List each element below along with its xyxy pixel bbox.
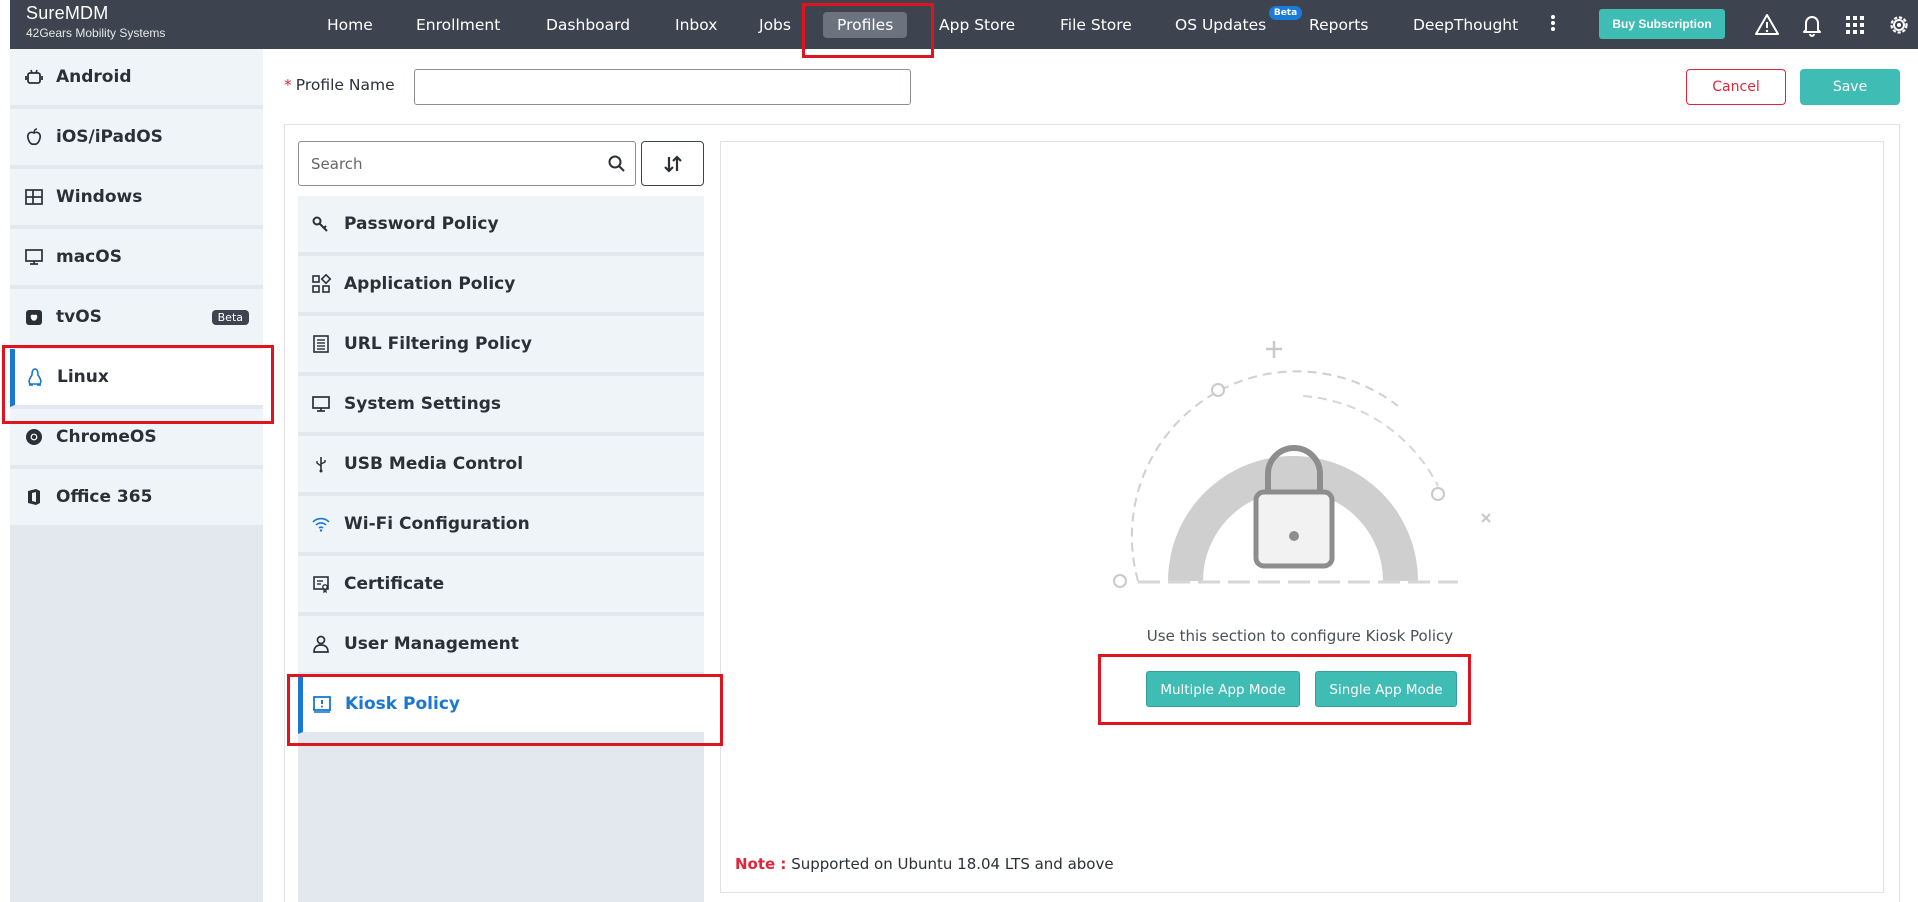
kiosk-icon (311, 693, 333, 715)
policy-item-user-management[interactable]: User Management (298, 616, 704, 674)
nav-inbox[interactable]: Inbox (661, 12, 731, 38)
profile-name-label-text: Profile Name (295, 76, 395, 94)
search-icon[interactable] (607, 154, 627, 174)
lock-illustration-icon (1113, 341, 1491, 588)
nav-profiles[interactable]: Profiles (823, 12, 908, 38)
sort-button[interactable] (641, 141, 704, 186)
nav-enrollment[interactable]: Enrollment (402, 12, 514, 38)
brand[interactable]: SureMDM 42Gears Mobility Systems (26, 3, 165, 40)
nav-app-store[interactable]: App Store (925, 12, 1029, 38)
kiosk-description: Use this section to configure Kiosk Poli… (1146, 627, 1454, 645)
monitor-icon (22, 245, 46, 269)
apps-grid-icon[interactable] (1842, 12, 1868, 38)
more-icon[interactable] (1548, 13, 1558, 35)
search-input[interactable] (299, 142, 579, 185)
sidebar-item-label: ChromeOS (56, 427, 157, 447)
sidebar-item-label: Office 365 (56, 487, 153, 507)
key-icon (310, 213, 332, 235)
usb-icon (310, 453, 332, 475)
windows-icon (22, 185, 46, 209)
policy-item-label: Password Policy (344, 214, 499, 234)
cancel-button[interactable]: Cancel (1686, 69, 1786, 105)
note-label: Note : (735, 855, 787, 873)
policy-item-url-filtering[interactable]: URL Filtering Policy (298, 316, 704, 374)
policy-item-label: User Management (344, 634, 519, 654)
app-name: SureMDM (26, 3, 109, 23)
apps-icon (310, 273, 332, 295)
save-button[interactable]: Save (1800, 69, 1900, 105)
nav-os-updates[interactable]: OS Updates Beta (1161, 6, 1303, 38)
android-icon (22, 65, 46, 89)
linux-icon (23, 365, 47, 389)
policy-search[interactable] (298, 141, 636, 186)
policy-item-system-settings[interactable]: System Settings (298, 376, 704, 434)
certificate-icon (310, 573, 332, 595)
policy-item-label: USB Media Control (344, 454, 524, 474)
nav-jobs[interactable]: Jobs (745, 12, 805, 38)
sidebar-item-linux[interactable]: Linux (10, 349, 263, 407)
policy-item-kiosk[interactable]: Kiosk Policy (298, 676, 704, 734)
sidebar-item-label: iOS/iPadOS (56, 127, 163, 147)
os-sidebar: Android iOS/iPadOS Windows macOS tvOS Be… (10, 49, 263, 902)
single-app-mode-button[interactable]: Single App Mode (1315, 671, 1457, 707)
policy-item-label: Wi-Fi Configuration (344, 514, 530, 534)
policy-item-password[interactable]: Password Policy (298, 196, 704, 254)
warning-icon[interactable] (1754, 12, 1780, 38)
policy-item-label: System Settings (344, 394, 501, 414)
sidebar-item-label: tvOS (56, 307, 102, 327)
tv-icon (22, 305, 46, 329)
policy-item-label: URL Filtering Policy (344, 334, 532, 354)
sidebar-item-label: macOS (56, 247, 122, 267)
sidebar-item-chromeos[interactable]: ChromeOS (10, 409, 263, 467)
gear-icon[interactable] (1886, 12, 1912, 38)
nav-file-store[interactable]: File Store (1046, 12, 1146, 38)
profile-name-label: * Profile Name (284, 76, 395, 94)
note-text: Supported on Ubuntu 18.04 LTS and above (791, 855, 1114, 873)
policy-item-wifi[interactable]: Wi-Fi Configuration (298, 496, 704, 554)
policy-item-usb[interactable]: USB Media Control (298, 436, 704, 494)
sidebar-item-label: Linux (57, 367, 109, 387)
office-icon (22, 485, 46, 509)
multiple-app-mode-button[interactable]: Multiple App Mode (1146, 671, 1300, 707)
sidebar-item-macos[interactable]: macOS (10, 229, 263, 287)
sidebar-item-office365[interactable]: Office 365 (10, 469, 263, 527)
policy-item-application[interactable]: Application Policy (298, 256, 704, 314)
policy-item-label: Kiosk Policy (345, 694, 460, 714)
sidebar-item-label: Windows (56, 187, 143, 207)
profile-name-input[interactable] (414, 69, 911, 105)
sidebar-item-tvos[interactable]: tvOS Beta (10, 289, 263, 347)
apple-icon (22, 125, 46, 149)
list-icon (310, 333, 332, 355)
wifi-icon (310, 513, 332, 535)
sidebar-item-label: Android (56, 67, 132, 87)
support-note: Note : Supported on Ubuntu 18.04 LTS and… (735, 855, 1114, 873)
monitor-icon (310, 393, 332, 415)
nav-os-updates-label: OS Updates (1175, 16, 1267, 34)
policy-item-label: Application Policy (344, 274, 516, 294)
chrome-icon (22, 425, 46, 449)
buy-subscription-button[interactable]: Buy Subscription (1599, 9, 1725, 39)
nav-home[interactable]: Home (313, 12, 387, 38)
sidebar-item-android[interactable]: Android (10, 49, 263, 107)
required-mark: * (284, 76, 292, 94)
sort-icon (663, 154, 682, 173)
sidebar-item-windows[interactable]: Windows (10, 169, 263, 227)
sidebar-item-ios[interactable]: iOS/iPadOS (10, 109, 263, 167)
nav-dashboard[interactable]: Dashboard (532, 12, 644, 38)
beta-badge: Beta (211, 310, 249, 325)
policy-list: Password Policy Application Policy URL F… (298, 196, 704, 902)
user-icon (310, 633, 332, 655)
nav-reports[interactable]: Reports (1295, 12, 1382, 38)
policy-item-label: Certificate (344, 574, 445, 594)
policy-item-certificate[interactable]: Certificate (298, 556, 704, 614)
nav-deepthought[interactable]: DeepThought (1399, 12, 1532, 38)
bell-icon[interactable] (1799, 12, 1825, 38)
company-name: 42Gears Mobility Systems (26, 26, 166, 40)
